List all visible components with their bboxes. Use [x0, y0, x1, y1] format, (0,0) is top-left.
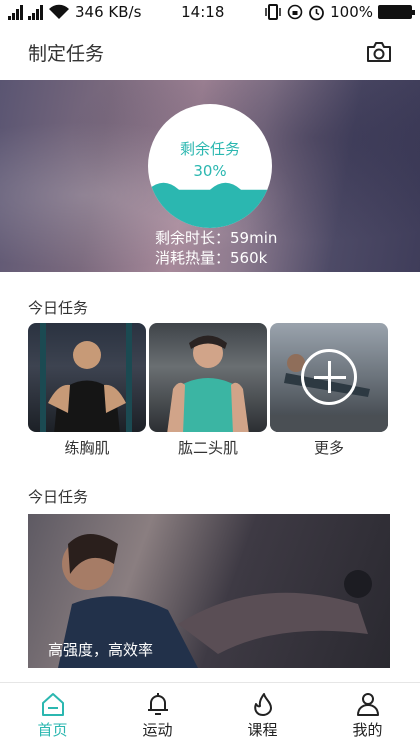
- nav-label: 运动: [142, 720, 173, 739]
- clock: 14:18: [181, 3, 225, 21]
- biceps-workout-image: [149, 323, 267, 432]
- section-title-today-2: 今日任务: [28, 488, 89, 506]
- more-workout-image: [270, 323, 388, 432]
- status-left: 346 KB/s: [8, 3, 141, 21]
- wifi-icon: [49, 4, 69, 19]
- nav-home[interactable]: 首页: [18, 691, 88, 740]
- chest-workout-image: [28, 323, 146, 432]
- task-card-label: 肱二头肌: [177, 439, 238, 457]
- flame-icon: [253, 692, 272, 716]
- task-card-more[interactable]: 更多: [270, 323, 388, 458]
- bell-icon: [147, 692, 168, 715]
- task-card-chest[interactable]: 练胸肌: [28, 323, 146, 458]
- gauge-fill: [148, 182, 272, 228]
- lock-rotate-icon: [287, 4, 303, 20]
- user-icon: [356, 692, 379, 716]
- section-title-today: 今日任务: [28, 299, 89, 317]
- camera-icon[interactable]: [366, 41, 392, 63]
- banner-caption: 高强度，高效率: [48, 641, 154, 659]
- calories-burned: 消耗热量：560k: [155, 249, 268, 267]
- page-title: 制定任务: [28, 42, 105, 65]
- nav-label: 我的: [352, 720, 383, 739]
- nav-label: 首页: [37, 720, 68, 739]
- remaining-time: 剩余时长：59min: [155, 229, 278, 247]
- battery-icon: [378, 5, 415, 19]
- nav-courses[interactable]: 课程: [228, 691, 298, 740]
- vibrate-icon: [265, 4, 281, 20]
- nav-mine[interactable]: 我的: [333, 691, 403, 740]
- remaining-task-gauge: 剩余任务 30%: [148, 104, 272, 228]
- task-card-label: 练胸肌: [64, 439, 110, 457]
- battery-percent: 100%: [330, 3, 373, 21]
- status-right: 100%: [264, 3, 415, 21]
- network-speed: 346 KB/s: [75, 3, 142, 21]
- task-cards: 练胸肌 肱二头肌 更多: [28, 323, 390, 458]
- gauge-label: 剩余任务: [179, 140, 240, 158]
- task-card-label: 更多: [313, 439, 344, 457]
- gauge-percent: 30%: [193, 162, 227, 180]
- task-card-biceps[interactable]: 肱二头肌: [149, 323, 267, 458]
- add-more-icon: [301, 349, 357, 405]
- title-bar: 制定任务: [0, 24, 420, 80]
- workout-banner[interactable]: 高强度，高效率: [28, 514, 390, 668]
- signal-icon: [8, 4, 23, 20]
- signal-icon: [28, 4, 43, 20]
- bottom-nav: 首页 运动 课程 我的: [0, 682, 420, 747]
- status-bar: 346 KB/s 14:18 100%: [0, 0, 420, 24]
- hero-stats: 剩余时长：59min 消耗热量：560k: [155, 228, 277, 268]
- nav-sport[interactable]: 运动: [123, 691, 193, 740]
- home-icon: [41, 692, 64, 716]
- nav-label: 课程: [247, 720, 278, 739]
- task-progress-hero: 剩余任务 30% 剩余时长：59min 消耗热量：560k: [0, 80, 420, 272]
- alarm-icon: [309, 5, 325, 20]
